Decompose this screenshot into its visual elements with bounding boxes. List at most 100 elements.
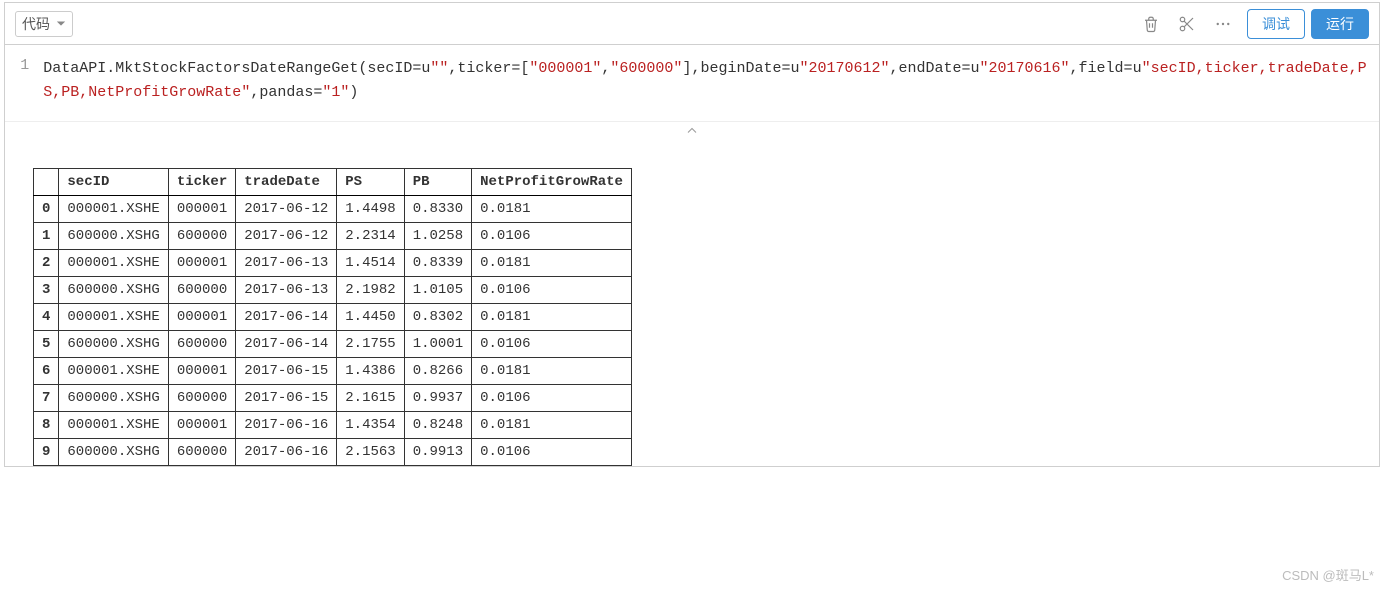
table-row: 2000001.XSHE0000012017-06-131.45140.8339…: [34, 250, 632, 277]
table-cell: 000001.XSHE: [59, 358, 168, 385]
table-cell: 2017-06-12: [236, 223, 337, 250]
table-cell: 0.0181: [472, 250, 632, 277]
table-cell: 000001: [168, 304, 235, 331]
table-cell: 1.0105: [404, 277, 471, 304]
table-cell: 1.4514: [337, 250, 404, 277]
table-cell: 2.1755: [337, 331, 404, 358]
celltype-label: 代码: [22, 14, 50, 34]
table-cell: 1.4386: [337, 358, 404, 385]
celltype-dropdown[interactable]: 代码: [15, 11, 73, 37]
table-cell: 600000: [168, 385, 235, 412]
table-cell: 000001: [168, 250, 235, 277]
collapse-output-toggle[interactable]: [5, 121, 1379, 142]
table-row: 0000001.XSHE0000012017-06-121.44980.8330…: [34, 196, 632, 223]
watermark-text: CSDN @斑马L*: [1282, 565, 1374, 584]
table-row: 4000001.XSHE0000012017-06-141.44500.8302…: [34, 304, 632, 331]
table-row: 9600000.XSHG6000002017-06-162.15630.9913…: [34, 439, 632, 466]
table-row: 1600000.XSHG6000002017-06-122.23141.0258…: [34, 223, 632, 250]
table-cell: 0.8330: [404, 196, 471, 223]
table-cell: 000001: [168, 196, 235, 223]
table-cell: 000001.XSHE: [59, 250, 168, 277]
notebook-cell: 代码 调试 运行 1 DataAPI.MktStockFactorsDateRa…: [4, 2, 1380, 467]
column-header: PB: [404, 169, 471, 196]
table-cell: 000001.XSHE: [59, 412, 168, 439]
table-row: 7600000.XSHG6000002017-06-152.16150.9937…: [34, 385, 632, 412]
table-cell: 000001: [168, 358, 235, 385]
chevron-up-icon: [684, 125, 700, 137]
table-cell: 2.1982: [337, 277, 404, 304]
table-cell: 2017-06-15: [236, 358, 337, 385]
table-cell: 2017-06-12: [236, 196, 337, 223]
table-cell: 2017-06-13: [236, 277, 337, 304]
row-index: 7: [34, 385, 59, 412]
table-cell: 600000: [168, 277, 235, 304]
table-cell: 2.1563: [337, 439, 404, 466]
result-table: secIDtickertradeDatePSPBNetProfitGrowRat…: [33, 168, 632, 466]
table-cell: 2017-06-14: [236, 304, 337, 331]
table-cell: 0.9937: [404, 385, 471, 412]
table-cell: 0.9913: [404, 439, 471, 466]
table-cell: 0.0106: [472, 439, 632, 466]
table-cell: 0.8302: [404, 304, 471, 331]
table-row: 8000001.XSHE0000012017-06-161.43540.8248…: [34, 412, 632, 439]
row-index: 2: [34, 250, 59, 277]
row-index: 3: [34, 277, 59, 304]
table-cell: 2.2314: [337, 223, 404, 250]
table-row: 5600000.XSHG6000002017-06-142.17551.0001…: [34, 331, 632, 358]
table-cell: 0.0106: [472, 385, 632, 412]
more-icon[interactable]: [1213, 14, 1233, 34]
table-cell: 0.0181: [472, 196, 632, 223]
table-cell: 0.0106: [472, 223, 632, 250]
table-cell: 600000.XSHG: [59, 439, 168, 466]
column-header: tradeDate: [236, 169, 337, 196]
run-button[interactable]: 运行: [1311, 9, 1369, 39]
table-row: 6000001.XSHE0000012017-06-151.43860.8266…: [34, 358, 632, 385]
column-header: ticker: [168, 169, 235, 196]
table-cell: 600000: [168, 439, 235, 466]
table-cell: 1.4354: [337, 412, 404, 439]
table-header: secIDtickertradeDatePSPBNetProfitGrowRat…: [34, 169, 632, 196]
debug-button[interactable]: 调试: [1247, 9, 1305, 39]
table-cell: 000001: [168, 412, 235, 439]
trash-icon[interactable]: [1141, 14, 1161, 34]
scissors-icon[interactable]: [1177, 14, 1197, 34]
table-cell: 2017-06-13: [236, 250, 337, 277]
table-cell: 600000: [168, 223, 235, 250]
row-index: 9: [34, 439, 59, 466]
table-cell: 2017-06-14: [236, 331, 337, 358]
table-cell: 0.8248: [404, 412, 471, 439]
table-cell: 1.4498: [337, 196, 404, 223]
table-cell: 2017-06-15: [236, 385, 337, 412]
table-cell: 1.0258: [404, 223, 471, 250]
table-cell: 0.0181: [472, 358, 632, 385]
line-number: 1: [5, 57, 29, 74]
row-index: 6: [34, 358, 59, 385]
table-cell: 600000.XSHG: [59, 277, 168, 304]
table-cell: 0.8266: [404, 358, 471, 385]
table-cell: 0.0181: [472, 304, 632, 331]
cell-toolbar: 代码 调试 运行: [5, 3, 1379, 45]
caret-down-icon: [56, 19, 66, 29]
output-area: secIDtickertradeDatePSPBNetProfitGrowRat…: [5, 142, 1379, 466]
table-cell: 0.0106: [472, 277, 632, 304]
table-cell: 600000.XSHG: [59, 331, 168, 358]
column-header: secID: [59, 169, 168, 196]
table-cell: 0.8339: [404, 250, 471, 277]
table-cell: 0.0181: [472, 412, 632, 439]
table-cell: 1.4450: [337, 304, 404, 331]
table-cell: 2.1615: [337, 385, 404, 412]
row-index: 4: [34, 304, 59, 331]
table-row: 3600000.XSHG6000002017-06-132.19821.0105…: [34, 277, 632, 304]
table-cell: 600000.XSHG: [59, 385, 168, 412]
table-cell: 1.0001: [404, 331, 471, 358]
code-content[interactable]: DataAPI.MktStockFactorsDateRangeGet(secI…: [37, 45, 1379, 121]
table-body: 0000001.XSHE0000012017-06-121.44980.8330…: [34, 196, 632, 466]
code-editor[interactable]: 1 DataAPI.MktStockFactorsDateRangeGet(se…: [5, 45, 1379, 121]
table-cell: 2017-06-16: [236, 439, 337, 466]
row-index: 1: [34, 223, 59, 250]
table-cell: 000001.XSHE: [59, 304, 168, 331]
table-cell: 0.0106: [472, 331, 632, 358]
column-header: PS: [337, 169, 404, 196]
column-header: NetProfitGrowRate: [472, 169, 632, 196]
table-cell: 000001.XSHE: [59, 196, 168, 223]
